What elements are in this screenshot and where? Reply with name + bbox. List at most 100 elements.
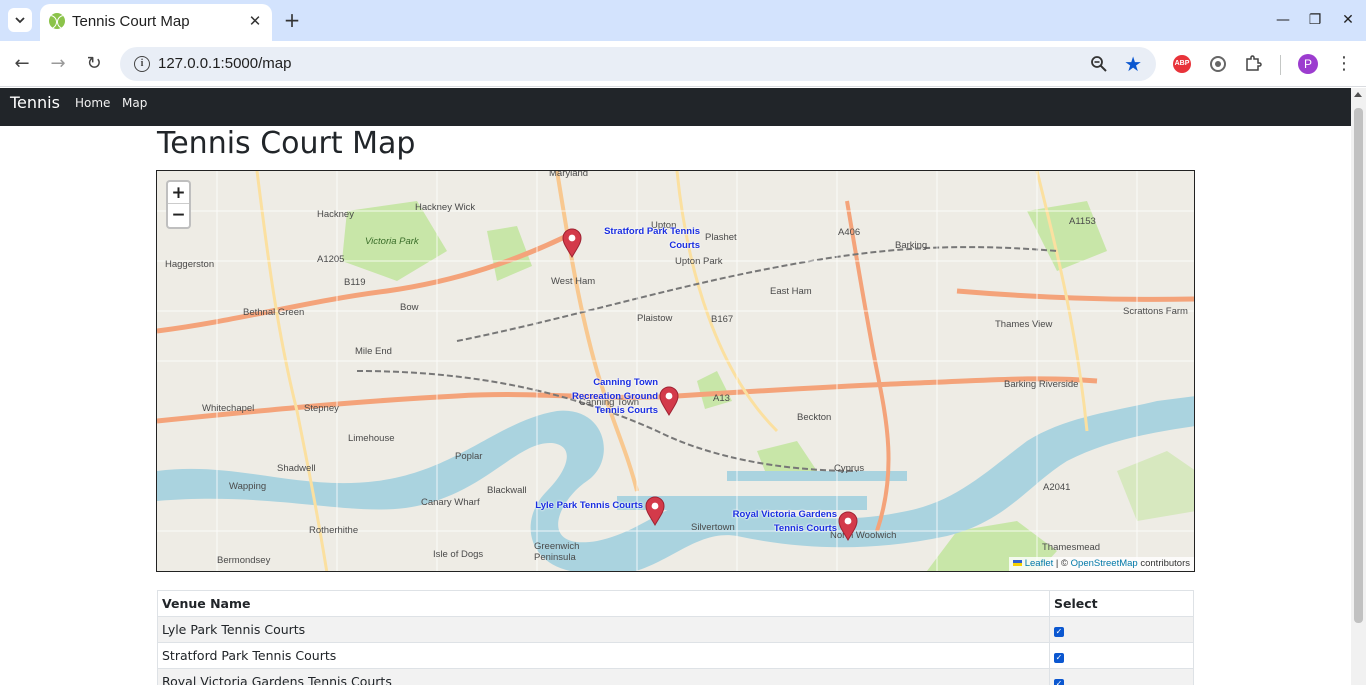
venues-table: Venue Name Select Lyle Park Tennis Court… <box>157 590 1194 685</box>
place-label: Mile End <box>355 346 392 357</box>
browser-toolbar: ← → ↻ i 127.0.0.1:5000/map ★ ABP P ⋮ <box>0 41 1366 87</box>
place-label: Canary Wharf <box>421 497 480 508</box>
venue-name: Stratford Park Tennis Courts <box>157 642 1050 669</box>
back-icon[interactable]: ← <box>10 52 34 76</box>
marker-label-line: Tennis Courts <box>594 405 658 416</box>
kebab-menu-icon[interactable]: ⋮ <box>1335 52 1353 76</box>
table-row: Lyle Park Tennis Courts ✓ <box>157 616 1194 643</box>
page-title: Tennis Court Map <box>157 126 416 161</box>
road-label: A1205 <box>317 254 345 265</box>
map-attribution: Leaflet | © OpenStreetMap contributors <box>1008 557 1194 571</box>
osm-link[interactable]: OpenStreetMap <box>1071 558 1138 569</box>
marker-label: Lyle Park Tennis Courts <box>513 499 643 513</box>
ukraine-flag-icon <box>1012 560 1022 566</box>
place-label: Shadwell <box>277 463 316 474</box>
scroll-up-arrow-icon[interactable] <box>1354 92 1362 97</box>
url-text[interactable]: 127.0.0.1:5000/map <box>158 55 291 72</box>
marker-label: Canning Town Recreation Ground Tennis Co… <box>561 376 658 418</box>
place-label: Bethnal Green <box>243 307 305 318</box>
attribution-suffix: contributors <box>1137 558 1190 569</box>
zoom-icon[interactable] <box>1090 55 1108 73</box>
reload-icon[interactable]: ↻ <box>82 52 106 76</box>
browser-tab[interactable]: Tennis Court Map ✕ <box>40 4 272 41</box>
close-icon[interactable]: ✕ <box>246 12 264 30</box>
minimize-icon[interactable]: — <box>1273 10 1293 30</box>
map-marker-icon[interactable] <box>562 228 582 258</box>
marker-label-line: Canning Town <box>593 377 658 388</box>
road-label: A13 <box>713 393 730 404</box>
place-label: Thames View <box>995 319 1053 330</box>
page-scrollbar[interactable] <box>1351 88 1366 685</box>
navbar-brand[interactable]: Tennis <box>10 93 60 112</box>
record-icon[interactable] <box>1210 56 1226 72</box>
marker-label-line: Tennis Courts <box>773 523 837 534</box>
major-road <box>956 288 1194 302</box>
park-area <box>1117 451 1194 521</box>
place-label: Hackney <box>317 209 354 220</box>
scroll-thumb[interactable] <box>1354 108 1363 623</box>
place-label: Upton Park <box>675 256 723 267</box>
zoom-in-button[interactable]: + <box>168 182 189 204</box>
select-checkbox[interactable]: ✓ <box>1054 679 1064 685</box>
map-marker-icon[interactable] <box>645 496 665 526</box>
address-bar[interactable]: i 127.0.0.1:5000/map ★ <box>120 47 1156 81</box>
place-label: Beckton <box>797 412 832 423</box>
park-area <box>757 441 817 476</box>
marker-label-line: Recreation Ground <box>571 391 658 402</box>
place-label: Bermondsey <box>217 555 271 566</box>
leaflet-link[interactable]: Leaflet <box>1025 558 1054 569</box>
place-label: Barking <box>895 240 928 251</box>
table-header-row: Venue Name Select <box>157 590 1194 617</box>
venue-name: Lyle Park Tennis Courts <box>157 616 1050 643</box>
place-label: Hackney Wick <box>415 202 476 213</box>
marker-label-line: Lyle Park Tennis Courts <box>535 500 643 511</box>
select-checkbox[interactable]: ✓ <box>1054 627 1064 637</box>
site-info-icon[interactable]: i <box>134 56 150 72</box>
window-close-icon[interactable]: ✕ <box>1338 10 1358 30</box>
zoom-out-button[interactable]: − <box>168 204 189 226</box>
place-label: Haggerston <box>165 259 215 270</box>
place-label: Plaistow <box>637 313 673 324</box>
extensions-icon[interactable] <box>1244 54 1262 77</box>
marker-label-line: Stratford Park Tennis <box>604 226 700 237</box>
place-label: Barking Riverside <box>1004 379 1079 390</box>
profile-avatar[interactable]: P <box>1298 54 1318 74</box>
place-label: Cyprus <box>834 463 865 474</box>
marker-label-line: Royal Victoria Gardens <box>732 509 837 520</box>
place-label: East Ham <box>770 286 812 297</box>
map-marker-icon[interactable] <box>659 386 679 416</box>
road-label: B119 <box>344 277 366 288</box>
select-cell: ✓ <box>1049 616 1194 643</box>
toolbar-divider <box>1280 55 1281 75</box>
road-label: B167 <box>711 314 734 325</box>
page-viewport: Tennis Home Map Tennis Court Map + − Mar… <box>0 88 1351 685</box>
place-label: Victoria Park <box>365 236 419 247</box>
new-tab-icon[interactable]: + <box>282 9 302 31</box>
table-row: Royal Victoria Gardens Tennis Courts ✓ <box>157 668 1194 685</box>
place-label: Rotherhithe <box>309 525 359 536</box>
map-marker-icon[interactable] <box>838 511 858 541</box>
nav-link-home[interactable]: Home <box>75 96 110 110</box>
road-label: A1153 <box>1069 216 1096 227</box>
select-checkbox[interactable]: ✓ <box>1054 653 1064 663</box>
place-label: Bow <box>400 302 419 313</box>
select-cell: ✓ <box>1049 642 1194 669</box>
place-label: Blackwall <box>487 485 527 496</box>
road-label: A406 <box>838 227 861 238</box>
bookmark-star-icon[interactable]: ★ <box>1124 52 1142 76</box>
nav-link-map[interactable]: Map <box>122 96 147 110</box>
road-label: A2041 <box>1043 482 1071 493</box>
zoom-control: + − <box>166 180 191 229</box>
forward-icon[interactable]: → <box>46 52 70 76</box>
table-row: Stratford Park Tennis Courts ✓ <box>157 642 1194 669</box>
site-navbar: Tennis Home Map <box>0 88 1351 126</box>
column-header-select: Select <box>1049 590 1194 617</box>
place-label: Whitechapel <box>202 403 255 414</box>
attribution-separator: | © <box>1053 558 1071 569</box>
restore-icon[interactable]: ❐ <box>1305 10 1325 30</box>
leaflet-map[interactable]: + − Maryland Hackney Hackney Wick Hagger… <box>156 170 1195 572</box>
adblock-icon[interactable]: ABP <box>1173 55 1191 73</box>
place-label: Maryland <box>549 170 589 179</box>
tab-search-icon[interactable] <box>8 8 32 32</box>
place-label: Thamesmead <box>1042 542 1101 553</box>
